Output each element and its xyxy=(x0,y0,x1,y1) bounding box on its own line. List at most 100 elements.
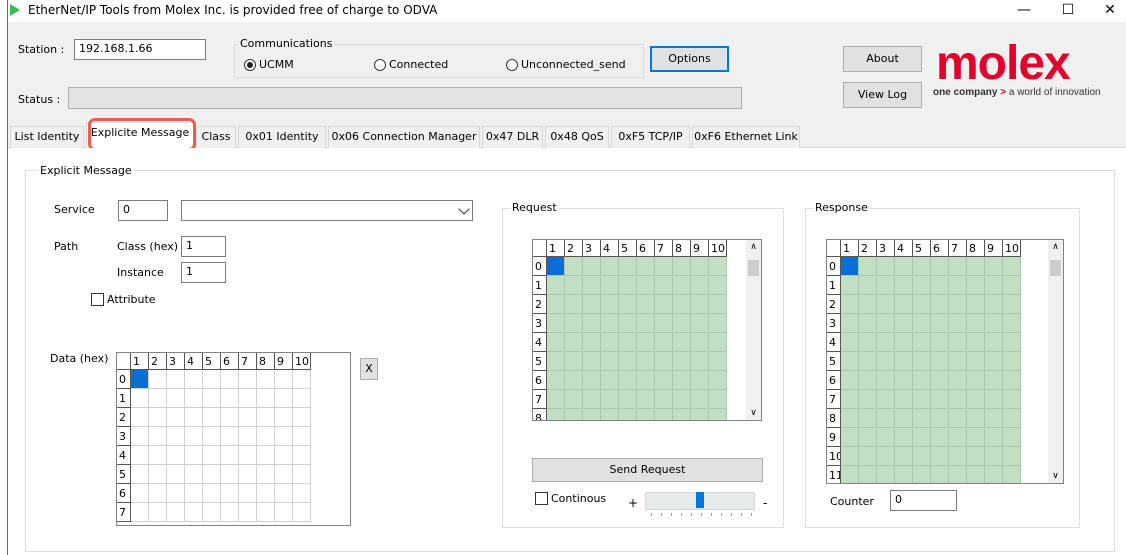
grid-cell[interactable] xyxy=(293,465,311,484)
grid-cell[interactable] xyxy=(167,427,185,446)
grid-cell[interactable] xyxy=(637,257,655,276)
grid-cell[interactable] xyxy=(565,314,583,333)
grid-cell[interactable] xyxy=(895,276,913,295)
grid-cell[interactable] xyxy=(1003,447,1021,466)
grid-cell[interactable] xyxy=(709,276,727,295)
grid-cell[interactable] xyxy=(931,295,949,314)
grid-cell[interactable] xyxy=(149,389,167,408)
grid-cell[interactable] xyxy=(583,333,601,352)
service-combo[interactable] xyxy=(181,200,473,221)
grid-cell[interactable] xyxy=(859,466,877,483)
grid-cell[interactable] xyxy=(985,447,1003,466)
grid-cell[interactable] xyxy=(637,314,655,333)
grid-cell[interactable] xyxy=(967,409,985,428)
grid-cell[interactable] xyxy=(565,276,583,295)
grid-cell[interactable] xyxy=(293,370,311,389)
grid-cell[interactable] xyxy=(967,276,985,295)
speed-slider-thumb[interactable] xyxy=(696,492,704,508)
grid-cell[interactable] xyxy=(895,352,913,371)
grid-cell[interactable] xyxy=(547,276,565,295)
grid-cell[interactable] xyxy=(1003,257,1021,276)
grid-cell[interactable] xyxy=(601,257,619,276)
grid-cell[interactable] xyxy=(913,409,931,428)
grid-cell[interactable] xyxy=(985,428,1003,447)
grid-cell[interactable] xyxy=(1003,466,1021,483)
grid-cell[interactable] xyxy=(913,295,931,314)
grid-cell[interactable] xyxy=(275,503,293,522)
grid-cell[interactable] xyxy=(565,409,583,420)
grid-cell[interactable] xyxy=(275,408,293,427)
grid-cell[interactable] xyxy=(967,352,985,371)
radio-unconnected-send[interactable]: Unconnected_send xyxy=(506,58,626,71)
grid-cell[interactable] xyxy=(257,484,275,503)
grid-cell[interactable] xyxy=(691,257,709,276)
grid-cell[interactable] xyxy=(601,314,619,333)
grid-cell[interactable] xyxy=(859,390,877,409)
tab-dlr[interactable]: 0x47 DLR xyxy=(482,126,543,148)
grid-cell[interactable] xyxy=(203,465,221,484)
grid-cell[interactable] xyxy=(293,503,311,522)
grid-cell[interactable] xyxy=(601,352,619,371)
grid-cell[interactable] xyxy=(583,371,601,390)
grid-cell[interactable] xyxy=(637,276,655,295)
grid-cell[interactable] xyxy=(239,427,257,446)
grid-cell[interactable] xyxy=(1003,352,1021,371)
grid-cell[interactable] xyxy=(913,466,931,483)
radio-ucmm[interactable]: UCMM xyxy=(244,58,294,71)
grid-cell[interactable] xyxy=(949,409,967,428)
grid-cell[interactable] xyxy=(859,276,877,295)
grid-cell[interactable] xyxy=(709,257,727,276)
grid-cell[interactable] xyxy=(913,333,931,352)
grid-cell[interactable] xyxy=(673,314,691,333)
grid-cell[interactable] xyxy=(709,314,727,333)
grid-cell[interactable] xyxy=(709,295,727,314)
grid-cell[interactable] xyxy=(967,428,985,447)
grid-cell[interactable] xyxy=(149,484,167,503)
grid-cell[interactable] xyxy=(967,447,985,466)
tab-identity[interactable]: 0x01 Identity xyxy=(238,126,326,148)
grid-cell[interactable] xyxy=(1003,371,1021,390)
grid-cell[interactable] xyxy=(583,295,601,314)
grid-cell[interactable] xyxy=(691,409,709,420)
grid-cell[interactable] xyxy=(895,466,913,483)
grid-cell[interactable] xyxy=(275,427,293,446)
scroll-thumb[interactable] xyxy=(1050,260,1061,276)
grid-cell[interactable] xyxy=(985,333,1003,352)
grid-cell[interactable] xyxy=(1003,295,1021,314)
grid-cell[interactable] xyxy=(967,390,985,409)
grid-cell[interactable] xyxy=(565,371,583,390)
grid-cell[interactable] xyxy=(637,295,655,314)
grid-cell[interactable] xyxy=(185,427,203,446)
grid-cell[interactable] xyxy=(619,352,637,371)
grid-cell[interactable] xyxy=(859,409,877,428)
grid-cell[interactable] xyxy=(877,314,895,333)
grid-cell[interactable] xyxy=(673,295,691,314)
grid-cell[interactable] xyxy=(985,409,1003,428)
grid-cell[interactable] xyxy=(547,333,565,352)
grid-cell[interactable] xyxy=(895,371,913,390)
grid-cell[interactable] xyxy=(859,314,877,333)
grid-cell[interactable] xyxy=(275,484,293,503)
grid-cell[interactable] xyxy=(655,333,673,352)
selected-cell[interactable] xyxy=(131,370,149,389)
grid-cell[interactable] xyxy=(913,314,931,333)
grid-cell[interactable] xyxy=(185,389,203,408)
grid-cell[interactable] xyxy=(185,370,203,389)
grid-cell[interactable] xyxy=(709,333,727,352)
grid-cell[interactable] xyxy=(293,484,311,503)
grid-cell[interactable] xyxy=(637,371,655,390)
clear-data-button[interactable]: X xyxy=(360,358,378,380)
grid-cell[interactable] xyxy=(619,333,637,352)
grid-cell[interactable] xyxy=(257,465,275,484)
grid-cell[interactable] xyxy=(877,276,895,295)
grid-cell[interactable] xyxy=(841,390,859,409)
grid-cell[interactable] xyxy=(203,370,221,389)
grid-cell[interactable] xyxy=(1003,390,1021,409)
grid-cell[interactable] xyxy=(601,409,619,420)
grid-cell[interactable] xyxy=(239,446,257,465)
grid-cell[interactable] xyxy=(221,446,239,465)
grid-cell[interactable] xyxy=(583,314,601,333)
grid-cell[interactable] xyxy=(131,427,149,446)
grid-cell[interactable] xyxy=(895,428,913,447)
grid-cell[interactable] xyxy=(637,409,655,420)
